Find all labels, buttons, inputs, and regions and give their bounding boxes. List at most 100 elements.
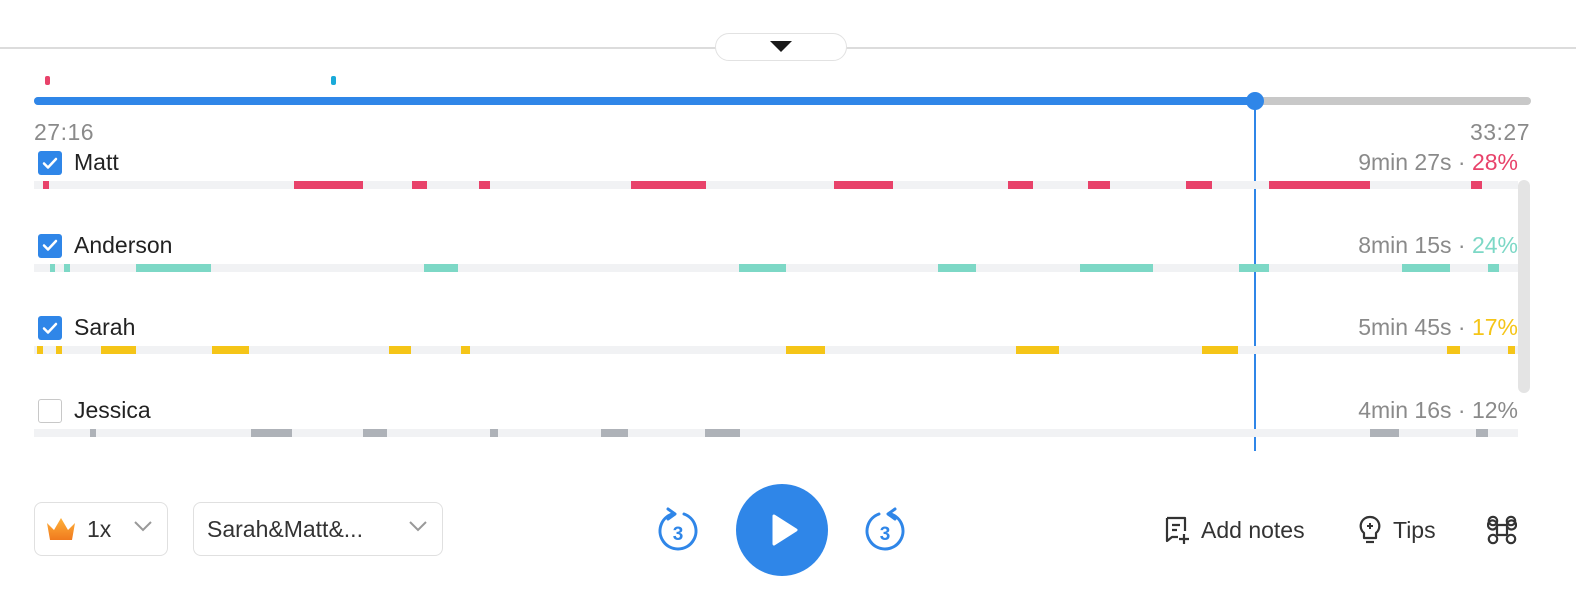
speaker-checkbox[interactable]: [38, 398, 62, 423]
speech-segment[interactable]: [1080, 263, 1153, 272]
speech-segment[interactable]: [786, 346, 825, 354]
speaker-checkbox[interactable]: [38, 316, 62, 340]
add-notes-label: Add notes: [1201, 516, 1305, 543]
play-icon: [772, 514, 798, 546]
collapse-panel-button[interactable]: [715, 33, 847, 61]
speech-segment[interactable]: [630, 181, 707, 189]
end-time: 33:27: [1469, 119, 1530, 145]
speech-segment[interactable]: [600, 428, 628, 437]
speech-segment[interactable]: [1476, 428, 1489, 437]
speed-dropdown[interactable]: 1x: [34, 502, 168, 556]
speed-value: 1x: [87, 515, 112, 542]
speaker-stats: 5min 45s · 17%: [1358, 314, 1518, 341]
speech-segment[interactable]: [1201, 346, 1238, 354]
rewind-3-icon: 3: [658, 507, 698, 551]
command-key-icon: [1487, 515, 1517, 545]
speech-segment[interactable]: [937, 263, 977, 272]
speaker-duration: 4min 16s ·: [1358, 396, 1472, 423]
tips-label: Tips: [1393, 516, 1436, 543]
speech-segment[interactable]: [100, 346, 137, 354]
checkmark-icon: [42, 239, 58, 251]
speech-segment[interactable]: [461, 346, 471, 354]
speech-segment[interactable]: [293, 181, 364, 189]
skip-back-button[interactable]: 3: [656, 506, 700, 554]
timeline-progress: [34, 97, 1255, 105]
speech-segment[interactable]: [1007, 181, 1033, 189]
speaker-row: Anderson 8min 15s · 24%: [34, 231, 1518, 316]
speech-segment[interactable]: [1268, 181, 1370, 189]
skip-forward-button[interactable]: 3: [863, 506, 907, 554]
shortcuts-button[interactable]: [1487, 510, 1517, 550]
speech-segment[interactable]: [412, 181, 428, 189]
speech-segment[interactable]: [1507, 346, 1516, 354]
speech-segment[interactable]: [1402, 263, 1450, 272]
speaker-percent: 24%: [1471, 231, 1518, 258]
speech-segment[interactable]: [1369, 428, 1400, 437]
speech-segment[interactable]: [1016, 346, 1060, 354]
speech-segment[interactable]: [90, 428, 97, 437]
add-notes-button[interactable]: Add notes: [1163, 510, 1305, 550]
speaker-duration: 5min 45s ·: [1358, 314, 1472, 340]
tips-button[interactable]: Tips: [1357, 510, 1436, 550]
speech-segment[interactable]: [704, 428, 741, 437]
speech-segment[interactable]: [42, 181, 49, 189]
speaker-timeline-lane[interactable]: [34, 181, 1518, 189]
speech-segment[interactable]: [363, 428, 388, 437]
speech-segment[interactable]: [479, 181, 490, 189]
speaker-row: Matt 9min 27s · 28%: [34, 149, 1518, 233]
speaker-percent: 28%: [1471, 149, 1518, 175]
play-button[interactable]: [736, 484, 828, 576]
speech-segment[interactable]: [1470, 181, 1483, 189]
speaker-stats: 8min 15s · 24%: [1358, 232, 1518, 259]
speaker-filter-value: Sarah&Matt&...: [207, 515, 363, 542]
speaker-checkbox[interactable]: [38, 151, 62, 175]
speaker-timeline-lane[interactable]: [34, 428, 1518, 437]
speech-segment[interactable]: [1239, 263, 1269, 272]
speech-segment[interactable]: [1087, 181, 1110, 189]
speech-segment[interactable]: [136, 263, 211, 272]
checkmark-icon: [42, 157, 58, 169]
speaker-name: Matt: [74, 149, 119, 175]
speaker-name: Sarah: [74, 314, 136, 340]
skip-forward-seconds: 3: [880, 524, 891, 545]
speech-segment[interactable]: [36, 346, 43, 354]
speech-segment[interactable]: [63, 263, 70, 272]
speaker-name: Jessica: [74, 396, 151, 423]
speaker-duration: 9min 27s ·: [1358, 149, 1472, 175]
speaker-timeline-lane[interactable]: [34, 346, 1518, 354]
speech-segment[interactable]: [1185, 181, 1213, 189]
chevron-down-icon: [134, 521, 152, 532]
speech-segment[interactable]: [388, 346, 411, 354]
skip-back-seconds: 3: [673, 524, 684, 545]
speaker-checkbox[interactable]: [38, 233, 62, 258]
speech-segment[interactable]: [56, 346, 63, 354]
timeline-marker[interactable]: [45, 76, 51, 85]
speech-segment[interactable]: [489, 428, 499, 437]
lightbulb-icon: [1359, 515, 1381, 544]
speech-segment[interactable]: [212, 346, 250, 354]
speaker-row: Jessica 4min 16s · 12%: [34, 396, 1518, 481]
timeline-track[interactable]: [34, 97, 1531, 105]
speech-segment[interactable]: [424, 263, 459, 272]
speaker-stats: 9min 27s · 28%: [1358, 149, 1518, 176]
speaker-filter-dropdown[interactable]: Sarah&Matt&...: [193, 502, 443, 556]
caret-down-icon: [770, 41, 792, 52]
speaker-name: Anderson: [74, 231, 173, 258]
chevron-down-icon: [409, 521, 427, 532]
speaker-duration: 8min 15s ·: [1358, 231, 1472, 258]
speaker-percent: 17%: [1471, 314, 1518, 340]
speech-segment[interactable]: [50, 263, 55, 272]
forward-3-icon: 3: [865, 507, 905, 551]
speech-segment[interactable]: [738, 263, 787, 272]
speaker-timeline-lane[interactable]: [34, 263, 1518, 272]
speaker-stats: 4min 16s · 12%: [1358, 397, 1518, 424]
speech-segment[interactable]: [250, 428, 293, 437]
speaker-row: Sarah 5min 45s · 17%: [34, 314, 1518, 398]
speech-segment[interactable]: [833, 181, 894, 189]
checkmark-icon: [42, 322, 58, 334]
speaker-percent: 12%: [1471, 396, 1518, 423]
speech-segment[interactable]: [1446, 346, 1461, 354]
timeline-marker[interactable]: [331, 76, 337, 85]
speech-segment[interactable]: [1488, 263, 1499, 272]
speaker-list-scrollbar[interactable]: [1518, 180, 1530, 393]
